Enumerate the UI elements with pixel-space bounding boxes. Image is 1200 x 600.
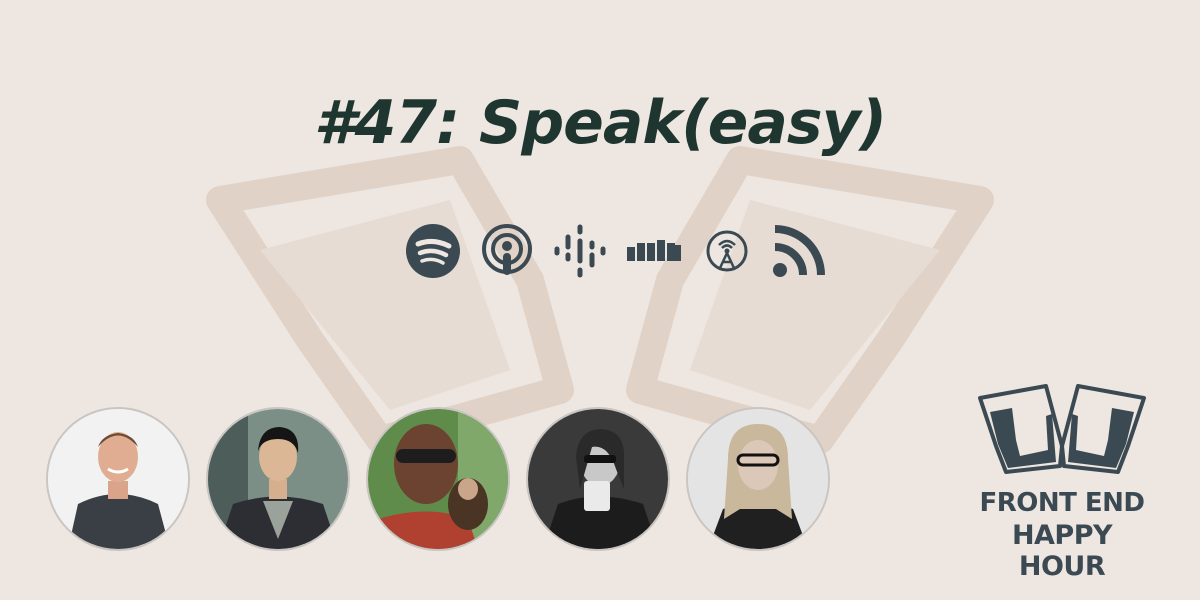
host-photo-4: [526, 407, 670, 551]
overcast-icon[interactable]: [705, 223, 749, 279]
platform-links: [405, 222, 827, 280]
rss-icon[interactable]: [771, 223, 827, 279]
google-podcasts-icon[interactable]: [553, 223, 607, 279]
host-photo-2: [206, 407, 350, 551]
host-photo-5: [686, 407, 830, 551]
brand-line-1: FRONT END: [979, 488, 1145, 518]
castbox-icon[interactable]: [625, 223, 683, 279]
spotify-icon[interactable]: [405, 223, 461, 279]
apple-podcasts-icon[interactable]: [481, 223, 533, 279]
brand-line-2: HAPPY HOUR: [1011, 520, 1113, 582]
host-photo-1: [46, 407, 190, 551]
host-photo-3: [366, 407, 510, 551]
episode-title: #47: Speak(easy): [313, 88, 887, 158]
